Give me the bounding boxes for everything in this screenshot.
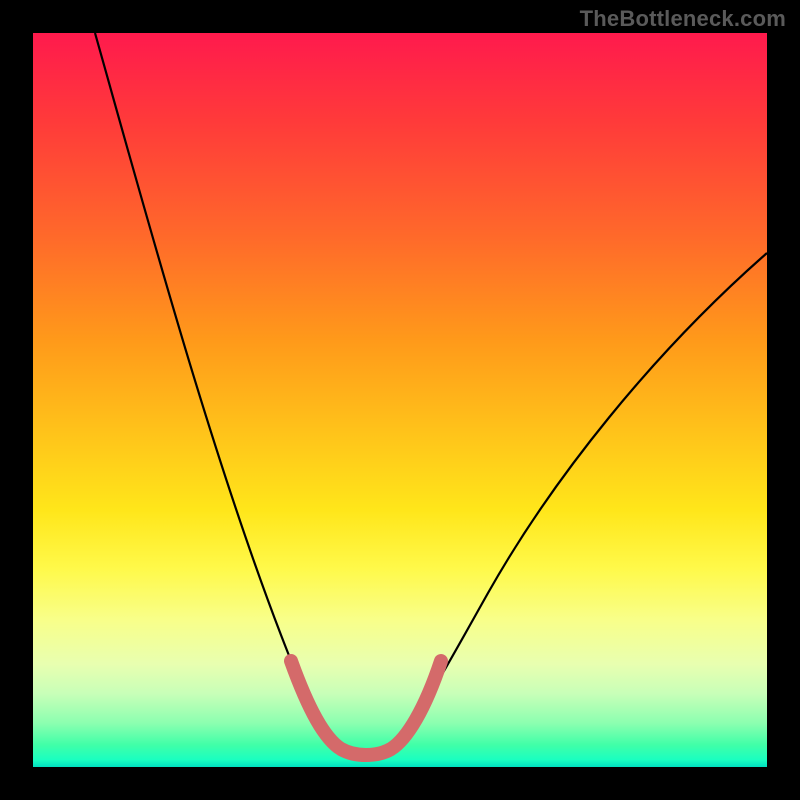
bottleneck-curve xyxy=(95,33,767,754)
plot-area xyxy=(33,33,767,767)
chart-frame: TheBottleneck.com xyxy=(0,0,800,800)
curve-layer xyxy=(33,33,767,767)
highlight-region xyxy=(291,661,441,755)
attribution-label: TheBottleneck.com xyxy=(580,6,786,32)
